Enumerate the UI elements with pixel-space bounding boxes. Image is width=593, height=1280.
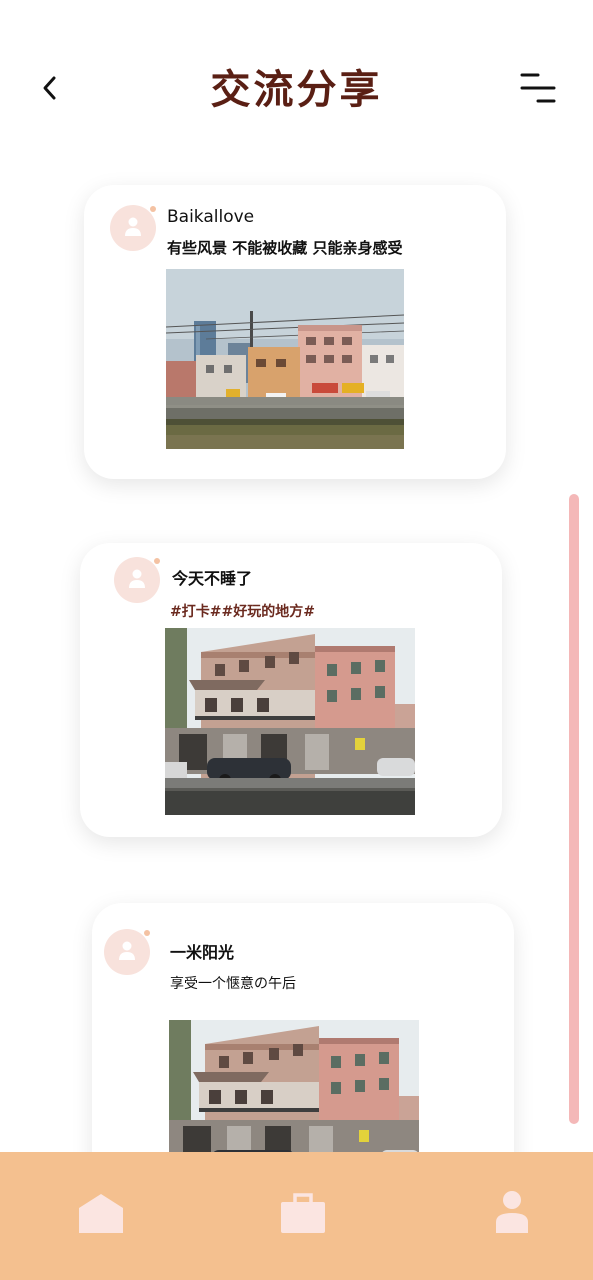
bottom-nav bbox=[0, 1152, 593, 1280]
post-text: 有些风景 不能被收藏 只能亲身感受 bbox=[167, 239, 403, 257]
page-title: 交流分享 bbox=[210, 67, 383, 113]
post-username[interactable]: 一米阳光 bbox=[170, 939, 234, 963]
avatar[interactable] bbox=[110, 205, 156, 251]
avatar[interactable] bbox=[104, 929, 150, 975]
post-text: 享受一个惬意の午后 bbox=[170, 976, 296, 992]
online-dot bbox=[144, 930, 150, 936]
user-icon bbox=[125, 217, 141, 236]
user-icon bbox=[119, 941, 135, 960]
avatar[interactable] bbox=[114, 557, 160, 603]
nav-profile-button[interactable] bbox=[494, 1190, 530, 1234]
menu-icon bbox=[520, 73, 556, 103]
old-buildings-photo bbox=[165, 628, 415, 815]
post-photo[interactable] bbox=[166, 269, 404, 449]
header: 交流分享 bbox=[0, 0, 593, 150]
post-card[interactable]: Baikallove 有些风景 不能被收藏 只能亲身感受 bbox=[84, 185, 506, 479]
online-dot bbox=[154, 558, 160, 564]
nav-home-button[interactable] bbox=[78, 1192, 124, 1234]
post-username[interactable]: 今天不睡了 bbox=[172, 565, 252, 589]
menu-button[interactable] bbox=[516, 68, 560, 108]
riverside-buildings-photo bbox=[166, 269, 404, 449]
user-icon bbox=[496, 1191, 528, 1233]
scrollbar[interactable] bbox=[569, 494, 579, 1124]
post-card[interactable]: 今天不睡了 #打卡##好玩的地方# bbox=[80, 543, 502, 837]
post-tags[interactable]: #打卡##好玩的地方# bbox=[170, 601, 315, 621]
post-username[interactable]: Baikallove bbox=[167, 207, 254, 227]
briefcase-icon bbox=[281, 1193, 325, 1233]
home-icon bbox=[79, 1194, 123, 1233]
online-dot bbox=[150, 206, 156, 212]
user-icon bbox=[129, 569, 145, 588]
nav-briefcase-button[interactable] bbox=[280, 1192, 326, 1234]
post-photo[interactable] bbox=[165, 628, 415, 815]
